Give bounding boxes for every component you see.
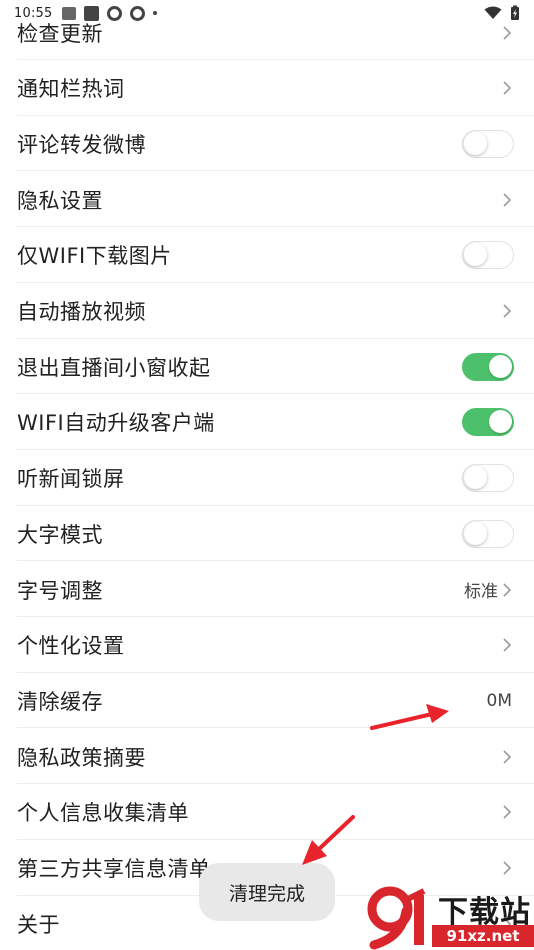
toast-message: 清理完成 [199, 863, 335, 921]
settings-row-label: 个性化设置 [17, 634, 125, 659]
aperture-icon [130, 5, 146, 21]
square-icon [84, 5, 100, 21]
settings-screen: 10:55 检查更新 通知栏热词 评论转发微博 隐私设置 仅WIFI下载图片 自动播放视频… [0, 0, 534, 950]
settings-row[interactable]: 通知栏热词 [0, 61, 534, 116]
settings-row-control [500, 636, 514, 654]
toggle-switch[interactable] [462, 408, 514, 437]
toggle-knob [464, 466, 487, 490]
settings-row-control[interactable] [462, 464, 514, 493]
settings-row-label: 评论转发微博 [17, 132, 146, 157]
settings-row-label: 个人信息收集清单 [17, 801, 189, 826]
settings-row[interactable]: 隐私设置 [0, 172, 534, 228]
chevron-right-icon [503, 304, 512, 318]
chevron-right-icon [503, 805, 512, 819]
toggle-switch[interactable] [462, 464, 514, 493]
settings-row[interactable]: 隐私政策摘要 [0, 729, 534, 785]
settings-row-control[interactable] [462, 129, 514, 158]
settings-row-label: 大字模式 [17, 522, 103, 547]
settings-row-label: WIFI自动升级客户端 [17, 411, 215, 436]
settings-row-control [500, 24, 514, 42]
settings-row[interactable]: 仅WIFI下载图片 [0, 228, 534, 283]
settings-row-control [500, 803, 514, 821]
settings-row-control: 0M [487, 691, 514, 711]
status-bar: 10:55 [0, 0, 534, 26]
watermark-logo-icon [367, 886, 426, 950]
settings-row-label: 自动播放视频 [17, 300, 146, 324]
settings-row[interactable]: 退出直播间小窗收起 [0, 339, 534, 395]
chevron-right-icon [503, 750, 512, 764]
settings-row-control[interactable] [462, 408, 514, 437]
settings-row-control[interactable] [462, 241, 514, 270]
watermark-url: 91xz.net [432, 925, 534, 947]
settings-row-label: 隐私政策摘要 [17, 745, 146, 770]
settings-row[interactable]: 个人信息收集清单 [0, 785, 534, 840]
settings-row[interactable]: 大字模式 [0, 506, 534, 562]
settings-row-value: 0M [486, 690, 512, 711]
settings-row-control [500, 191, 514, 209]
chevron-right-icon [503, 25, 512, 40]
settings-row-label: 字号调整 [17, 578, 103, 603]
status-time: 10:55 [14, 5, 53, 21]
notification-icons [62, 5, 158, 21]
settings-row-label: 隐私设置 [17, 188, 103, 213]
settings-row[interactable]: 个性化设置 [0, 618, 534, 673]
settings-row[interactable]: WIFI自动升级客户端 [0, 395, 534, 450]
settings-row-control [500, 302, 514, 320]
dot-icon [153, 11, 158, 15]
toggle-switch[interactable] [462, 129, 514, 158]
settings-row-control [500, 79, 514, 97]
settings-row-label: 清除缓存 [17, 689, 103, 714]
toggle-knob [464, 521, 487, 545]
settings-row-label: 听新闻锁屏 [17, 467, 125, 492]
settings-row[interactable]: 自动播放视频 [0, 284, 534, 339]
toggle-knob [464, 243, 487, 267]
gallery-icon [62, 6, 77, 20]
settings-row[interactable]: 清除缓存 0M [0, 673, 534, 729]
aperture-icon [107, 5, 123, 21]
toggle-knob [489, 354, 512, 378]
toggle-knob [464, 131, 487, 155]
settings-row[interactable]: 评论转发微博 [0, 116, 534, 172]
toggle-knob [489, 410, 512, 434]
chevron-right-icon [503, 582, 512, 597]
settings-row-control [500, 859, 514, 877]
settings-row[interactable]: 听新闻锁屏 [0, 451, 534, 506]
chevron-right-icon [503, 81, 512, 95]
battery-charging-icon [511, 5, 519, 20]
settings-row-label: 通知栏热词 [17, 77, 125, 102]
settings-row-label: 第三方共享信息清单 [17, 857, 211, 881]
watermark: 下载站 91xz.net [362, 885, 534, 950]
chevron-right-icon [503, 638, 512, 652]
toggle-switch[interactable] [462, 519, 514, 548]
settings-row-label: 仅WIFI下载图片 [17, 244, 172, 269]
wifi-icon [484, 6, 502, 19]
settings-row[interactable]: 字号调整 标准 [0, 562, 534, 617]
chevron-right-icon [503, 193, 512, 207]
settings-row-control: 标准 [464, 577, 514, 602]
chevron-right-icon [503, 861, 512, 875]
settings-row-control[interactable] [462, 352, 514, 381]
settings-row-control [500, 748, 514, 766]
settings-row-label: 退出直播间小窗收起 [17, 355, 211, 380]
settings-row-control[interactable] [462, 519, 514, 548]
settings-row-value: 标准 [464, 582, 498, 602]
settings-row-label: 关于 [17, 912, 60, 937]
toggle-switch[interactable] [462, 241, 514, 270]
toggle-switch[interactable] [462, 352, 514, 381]
system-icons [484, 5, 520, 21]
